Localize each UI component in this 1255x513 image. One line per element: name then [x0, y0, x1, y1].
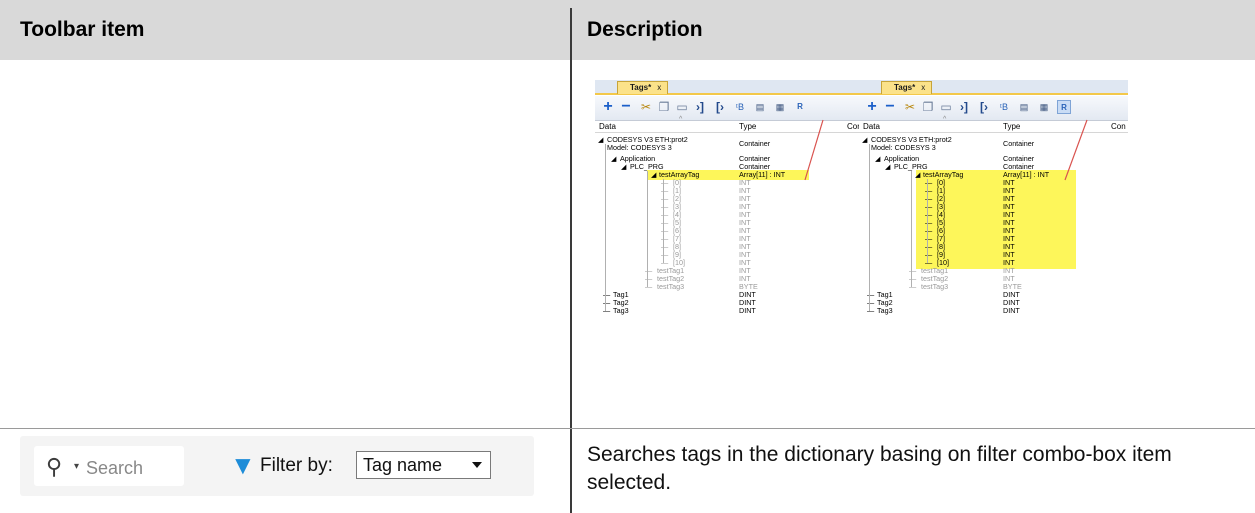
search-description: Searches tags in the dictionary basing o…: [587, 443, 1172, 494]
filter-value: Tag name: [363, 455, 443, 475]
filter-label: Filter by:: [260, 455, 333, 476]
column-divider: [570, 8, 572, 513]
filter-icon: ▼: [230, 450, 256, 480]
search-box[interactable]: ⚲ ▾ Search: [34, 446, 184, 486]
annotation-arrow: [1064, 119, 1088, 181]
table-header-row: Toolbar item Description: [0, 0, 1255, 60]
header-toolbar-item: Toolbar item: [20, 18, 145, 41]
header-description: Description: [587, 18, 703, 41]
search-icon[interactable]: ⚲: [46, 454, 62, 480]
tag-editor-after: Tags* x + − ✂ ❐ ▭ ›] [› ᵗB ▤ ▦ R ^ Data T…: [859, 80, 1128, 406]
search-filter-bar: ⚲ ▾ Search ▼ Filter by: Tag name: [20, 436, 534, 496]
chevron-down-icon[interactable]: ▾: [74, 461, 79, 472]
tag-editor-before: Tags* x + − ✂ ❐ ▭ ›] [› ᵗB ▤ ▦ R ^ Data T…: [595, 80, 864, 406]
search-input[interactable]: Search: [86, 458, 143, 479]
row-divider: [0, 428, 1255, 429]
dropdown-arrow-icon[interactable]: [472, 462, 482, 468]
annotation-arrow: [804, 119, 824, 181]
filter-combo-box[interactable]: Tag name: [356, 451, 491, 479]
